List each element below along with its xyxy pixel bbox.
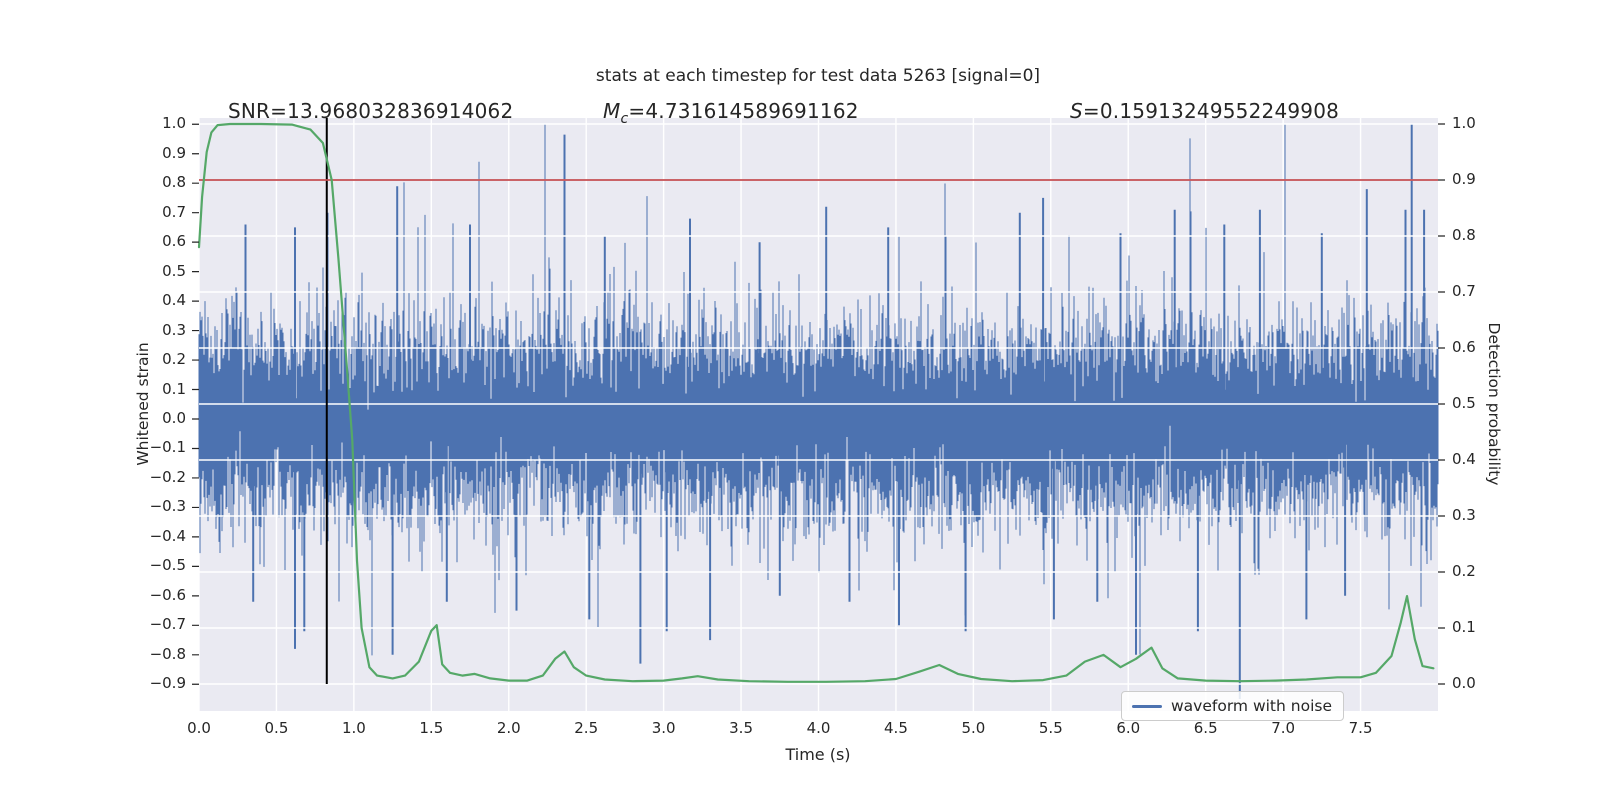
x-tick-label: 7.0 bbox=[1271, 719, 1296, 737]
y-axis-label-right: Detection probability bbox=[1485, 322, 1503, 486]
x-tick-label: 6.0 bbox=[1116, 719, 1141, 737]
legend-line-sample bbox=[1132, 704, 1162, 708]
y-left-tick-label: 0.1 bbox=[162, 379, 186, 398]
y-left-tick-label: −0.7 bbox=[149, 615, 186, 634]
y-right-tick-label: 0.0 bbox=[1452, 674, 1476, 692]
x-axis-label: Time (s) bbox=[785, 745, 851, 764]
x-tick-label: 3.5 bbox=[729, 719, 753, 737]
y-left-tick-label: 0.8 bbox=[162, 173, 186, 192]
y-right-tick-label: 0.7 bbox=[1452, 282, 1476, 300]
x-tick-label: 3.0 bbox=[651, 719, 676, 737]
y-left-tick-label: 0.6 bbox=[162, 232, 186, 251]
x-tick-label: 1.5 bbox=[419, 719, 444, 737]
y-left-tick-label: 0.0 bbox=[162, 409, 186, 427]
s-symbol: S bbox=[1070, 99, 1083, 123]
x-tick-label: 0.0 bbox=[187, 719, 211, 737]
y-left-tick-label: −0.8 bbox=[149, 644, 186, 663]
y-right-tick-label: 0.4 bbox=[1452, 450, 1476, 468]
x-tick-label: 6.5 bbox=[1193, 719, 1218, 737]
x-tick-label: 1.0 bbox=[341, 719, 366, 737]
y-left-tick-label: −0.6 bbox=[149, 585, 186, 604]
y-right-tick-label: 0.8 bbox=[1452, 226, 1476, 244]
mc-value: =4.731614589691162 bbox=[628, 99, 859, 123]
y-left-tick-label: 0.4 bbox=[162, 291, 186, 310]
y-right-tick-label: 0.6 bbox=[1452, 338, 1476, 356]
chart-title: stats at each timestep for test data 526… bbox=[595, 66, 1041, 86]
mc-symbol: M bbox=[603, 99, 621, 123]
y-left-tick-label: −0.2 bbox=[149, 467, 186, 486]
s-value: =0.15913249552249908 bbox=[1082, 99, 1340, 123]
y-right-tick-label: 0.1 bbox=[1452, 618, 1476, 636]
x-tick-label: 4.5 bbox=[884, 719, 908, 737]
x-tick-label: 4.0 bbox=[806, 719, 831, 737]
y-left-tick-label: −0.4 bbox=[149, 526, 186, 545]
y-right-tick-label: 0.5 bbox=[1452, 394, 1476, 412]
y-right-tick-label: 0.3 bbox=[1452, 506, 1476, 524]
y-left-tick-label: 0.9 bbox=[162, 143, 186, 162]
y-left-tick-label: 0.5 bbox=[162, 261, 186, 280]
legend: waveform with noise bbox=[1121, 691, 1344, 721]
y-left-tick-label: −0.1 bbox=[149, 438, 186, 457]
y-left-tick-label: 0.2 bbox=[162, 350, 186, 369]
x-tick-label: 5.5 bbox=[1038, 719, 1063, 737]
s-annotation: S=0.15913249552249908 bbox=[1070, 99, 1339, 123]
x-tick-label: 2.0 bbox=[496, 719, 521, 737]
figure: stats at each timestep for test data 526… bbox=[0, 0, 1600, 800]
y-left-tick-label: 0.7 bbox=[162, 202, 186, 221]
y-right-tick-label: 0.2 bbox=[1452, 562, 1476, 580]
chirp-mass-annotation: Mc=4.731614589691162 bbox=[603, 99, 859, 127]
x-tick-label: 0.5 bbox=[264, 719, 289, 737]
snr-annotation: SNR=13.968032836914062 bbox=[228, 99, 514, 123]
x-tick-label: 7.5 bbox=[1348, 719, 1373, 737]
x-tick-label: 5.0 bbox=[961, 719, 986, 737]
y-left-tick-label: −0.3 bbox=[149, 497, 186, 516]
y-left-tick-label: −0.9 bbox=[149, 674, 186, 693]
y-right-tick-label: 1.0 bbox=[1452, 114, 1476, 132]
y-left-tick-label: 1.0 bbox=[162, 114, 186, 133]
y-left-tick-label: −0.5 bbox=[149, 556, 186, 575]
y-right-tick-label: 0.9 bbox=[1452, 170, 1476, 188]
x-tick-label: 2.5 bbox=[574, 719, 599, 737]
legend-label: waveform with noise bbox=[1171, 697, 1332, 715]
y-left-tick-label: 0.3 bbox=[162, 320, 186, 339]
